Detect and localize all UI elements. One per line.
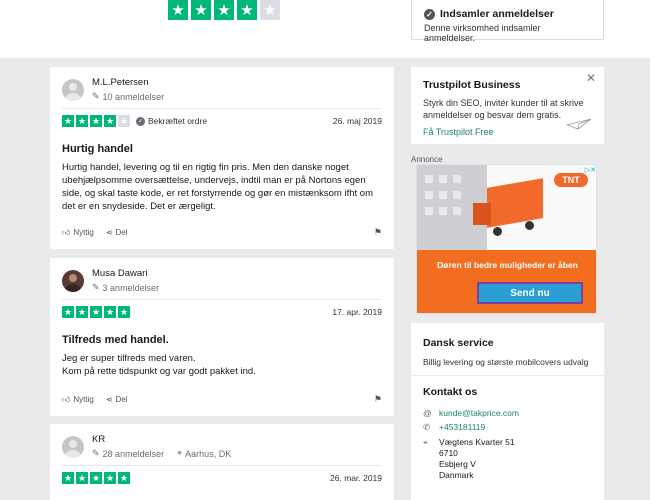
star-icon: ★	[168, 0, 188, 20]
star-icon: ★	[76, 306, 88, 318]
contact-address: Vægtens Kvarter 51 6710 Esbjerg V Danmar…	[439, 437, 515, 481]
review-count: 3 anmeldelser	[102, 282, 160, 293]
service-title: Dansk service	[423, 337, 494, 349]
thumbs-up-icon: 👍︎	[62, 227, 71, 237]
review-date: 26. maj 2019	[332, 116, 382, 126]
collect-subtitle: Denne virksomhed indsamler anmeldelser.	[424, 23, 541, 43]
star-icon: ★	[90, 306, 102, 318]
review-card: M.L.Petersen ✎ 10 anmeldelser ★ ★ ★ ★ ★ ✓…	[50, 67, 394, 249]
trustpilot-business-card: ✕ Trustpilot Business Styrk din SEO, inv…	[411, 67, 604, 144]
reviewer-name[interactable]: M.L.Petersen	[92, 77, 164, 88]
share-label: Del	[115, 228, 128, 237]
star-icon: ★	[237, 0, 257, 20]
share-icon: ⋖	[105, 228, 113, 237]
address-postcode: 6710	[439, 448, 458, 458]
star-icon: ★	[62, 115, 74, 127]
star-icon: ★	[214, 0, 234, 20]
review-card: Musa Dawari ✎ 3 anmeldelser ★ ★ ★ ★ ★ 17.…	[50, 258, 394, 416]
star-icon: ★	[90, 472, 102, 484]
reviewer-name[interactable]: Musa Dawari	[92, 268, 159, 279]
flag-icon[interactable]: ⚑	[374, 227, 382, 238]
ad-banner[interactable]: TNT ▷✕ Døren til bedre muligheder er åbe…	[416, 164, 597, 314]
collecting-reviews-box: ✓ Indsamler anmeldelser Denne virksomhed…	[411, 0, 604, 43]
ad-choices-icon[interactable]: ▷✕	[585, 166, 596, 174]
share-icon: ⋖	[105, 395, 113, 404]
star-icon: ★	[76, 115, 88, 127]
pencil-icon: ✎	[92, 282, 100, 292]
close-icon[interactable]: ✕	[586, 71, 596, 85]
pencil-icon: ✎	[92, 448, 100, 458]
address-city: Esbjerg V	[439, 459, 476, 469]
review-body: Hurtig handel, levering og til en rigtig…	[62, 162, 373, 212]
contact-phone[interactable]: +453181119	[439, 422, 485, 433]
check-circle-icon: ✓	[424, 8, 435, 20]
review-body: Jeg er super tilfreds med varen. Kom på …	[62, 353, 256, 377]
paper-plane-icon	[566, 118, 592, 130]
helpful-button[interactable]: 👍︎ Nyttig	[62, 395, 94, 405]
contact-card: Kontakt os @ kunde@takprice.com ✆ +4531811…	[411, 376, 604, 500]
review-title[interactable]: Tilfreds med handel.	[50, 324, 394, 352]
wheel	[525, 221, 534, 230]
review-count: 10 anmeldelser	[102, 91, 165, 102]
review-card: KR ✎ 28 anmeldelser ⌖ Aarhus, DK ★ ★ ★ ★ ★…	[50, 424, 394, 500]
review-date: 17. apr. 2019	[332, 307, 382, 317]
review-date: 26. mar. 2019	[330, 473, 382, 483]
wheel	[493, 227, 502, 236]
share-button[interactable]: ⋖ Del	[106, 228, 128, 237]
verified-order[interactable]: ✓ Bekræftet ordre	[136, 116, 207, 126]
star-icon: ★	[62, 472, 74, 484]
address-street: Vægtens Kvarter 51	[439, 437, 515, 447]
overall-rating-stars: ★ ★ ★ ★ ★	[168, 0, 280, 20]
reviewer-location: Aarhus, DK	[185, 448, 232, 459]
send-now-button[interactable]: Send nu	[477, 282, 583, 304]
star-icon: ★	[118, 115, 130, 127]
collect-title: Indsamler anmeldelser	[440, 8, 554, 20]
star-icon: ★	[90, 115, 102, 127]
star-icon: ★	[62, 306, 74, 318]
star-icon: ★	[104, 115, 116, 127]
contact-title: Kontakt os	[423, 386, 478, 398]
review-stars: ★ ★ ★ ★ ★	[62, 115, 130, 127]
share-button[interactable]: ⋖ Del	[106, 395, 128, 404]
contact-email[interactable]: kunde@takprice.com	[439, 408, 519, 418]
thumbs-up-icon: 👍︎	[62, 394, 71, 404]
star-icon: ★	[118, 472, 130, 484]
star-icon: ★	[76, 472, 88, 484]
service-card: Dansk service Billig levering og største…	[411, 323, 604, 375]
helpful-label: Nyttig	[73, 228, 94, 237]
business-title: Trustpilot Business	[423, 79, 521, 91]
star-icon: ★	[104, 472, 116, 484]
flag-icon[interactable]: ⚑	[374, 394, 382, 405]
tnt-logo: TNT	[554, 173, 588, 187]
address-country: Danmark	[439, 470, 474, 480]
star-icon: ★	[118, 306, 130, 318]
review-count: 28 anmeldelser	[102, 448, 165, 459]
truck-cab	[473, 203, 491, 225]
avatar[interactable]	[62, 435, 84, 458]
phone-icon: ✆	[423, 422, 431, 432]
reviewer-name[interactable]: KR	[92, 434, 231, 445]
verified-label: Bekræftet ordre	[148, 116, 208, 126]
truck-illustration	[487, 178, 543, 228]
star-icon: ★	[104, 306, 116, 318]
location-pin-icon: ⌖	[177, 448, 183, 458]
review-stars: ★ ★ ★ ★ ★	[62, 306, 130, 318]
star-icon: ★	[191, 0, 211, 20]
review-title[interactable]: Hurtig handel	[50, 133, 394, 161]
pencil-icon: ✎	[92, 91, 100, 101]
email-icon: @	[423, 408, 432, 418]
avatar[interactable]	[62, 78, 84, 101]
helpful-button[interactable]: 👍︎ Nyttig	[62, 228, 94, 238]
avatar[interactable]	[62, 269, 84, 292]
star-icon: ★	[260, 0, 280, 20]
location-pin-icon: ⌖	[423, 437, 428, 447]
ad-text: Døren til bedre muligheder er åben	[437, 260, 578, 270]
service-body: Billig levering og største mobilcovers u…	[423, 357, 589, 367]
ad-label: Annonce	[411, 155, 443, 164]
share-label: Del	[115, 395, 128, 404]
review-stars: ★ ★ ★ ★ ★	[62, 472, 130, 484]
verified-icon: ✓	[136, 116, 145, 126]
helpful-label: Nyttig	[73, 395, 94, 404]
